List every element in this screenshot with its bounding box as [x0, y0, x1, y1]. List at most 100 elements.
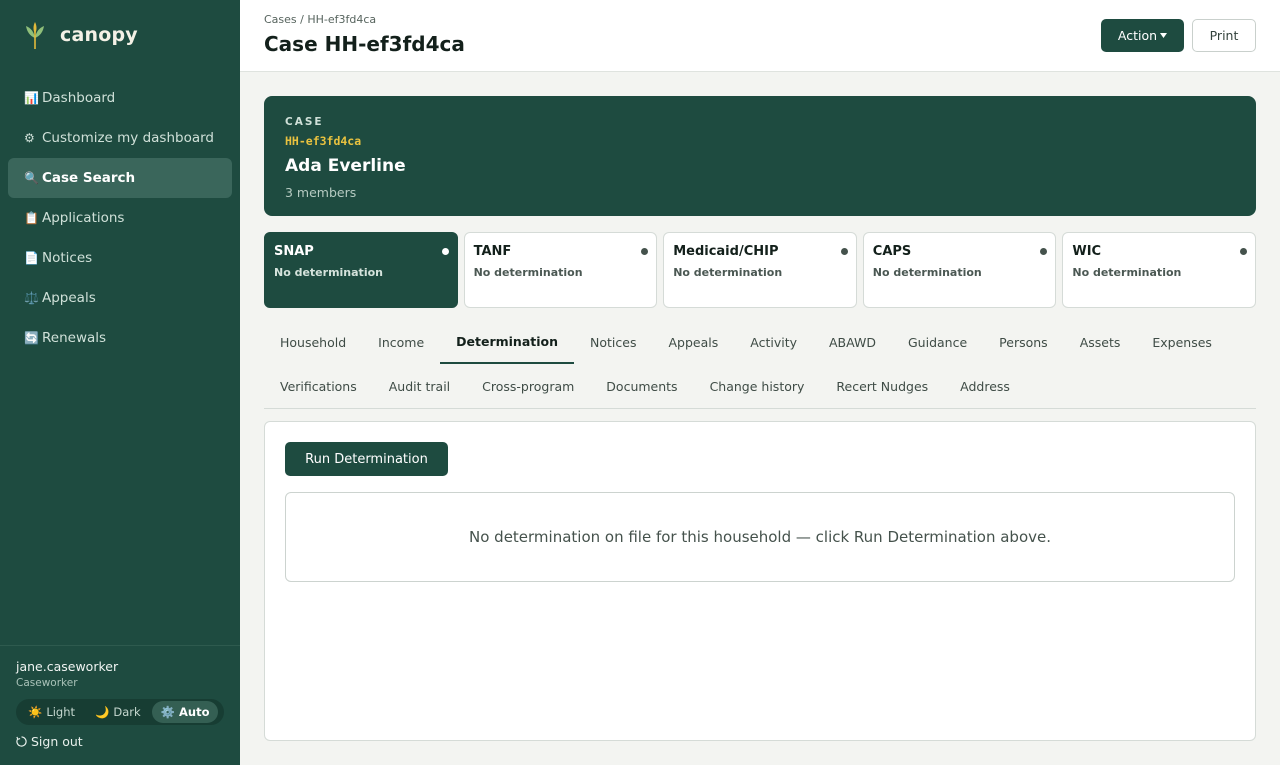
sidebar-item-label: Customize my dashboard: [42, 130, 214, 146]
program-name: Medicaid/CHIP: [673, 244, 779, 259]
tab-notices[interactable]: Notices: [574, 320, 652, 364]
program-name: CAPS: [872, 244, 912, 259]
run-determination-button[interactable]: Run Determination: [285, 442, 448, 476]
tab-recert-nudges[interactable]: Recert Nudges: [820, 364, 944, 408]
tab-row: Household Income Determination Notices A…: [264, 320, 1228, 364]
gear-icon: ⚙: [24, 131, 35, 145]
case-tabs: Household Income Determination Notices A…: [264, 320, 1256, 409]
tab-income[interactable]: Income: [362, 320, 440, 364]
program-status: No determination: [1072, 266, 1182, 279]
sidebar-item-label: Dashboard: [42, 90, 116, 106]
sidebar-item-notices[interactable]: 📄 Notices: [8, 238, 232, 278]
tab-cross-program[interactable]: Cross-program: [466, 364, 590, 408]
sidebar-item-label: Renewals: [42, 330, 107, 346]
moon-icon: 🌙: [95, 705, 110, 719]
tab-activity[interactable]: Activity: [734, 320, 813, 364]
case-summary-card: CASE HH-ef3fd4ca Ada Everline 3 members: [264, 96, 1256, 216]
program-cards: SNAP No determination TANF No determinat…: [264, 232, 1256, 308]
sidebar: canopy 📊 Dashboard ⚙ Customize my dashbo…: [0, 0, 240, 765]
sidebar-item-label: Applications: [42, 210, 125, 226]
sidebar-item-applications[interactable]: 📋 Applications: [8, 198, 232, 238]
case-household-name: Ada Everline: [285, 156, 406, 176]
theme-option-label: Dark: [113, 705, 141, 719]
program-status: No determination: [274, 266, 383, 279]
sidebar-item-label: Notices: [42, 250, 93, 266]
tab-expenses[interactable]: Expenses: [1136, 320, 1228, 364]
wheat-logo-icon: [26, 22, 44, 49]
sidebar-item-appeals[interactable]: ⚖️ Appeals: [8, 278, 232, 318]
program-card-tanf[interactable]: TANF No determination: [463, 232, 658, 308]
theme-option-label: Auto: [178, 705, 210, 719]
action-button-label: Action: [1117, 28, 1158, 43]
program-status: No determination: [872, 266, 982, 279]
tab-abawd[interactable]: ABAWD: [813, 320, 892, 364]
document-icon: 📄: [24, 251, 39, 265]
tab-row: Verifications Audit trail Cross-program …: [264, 364, 1026, 408]
sidebar-item-label: Case Search: [42, 170, 136, 186]
empty-state-message: No determination on file for this househ…: [469, 528, 1051, 546]
sidebar-item-dashboard[interactable]: 📊 Dashboard: [8, 78, 232, 118]
brand-name: canopy: [60, 24, 138, 46]
program-status: No determination: [473, 266, 583, 279]
tab-appeals[interactable]: Appeals: [652, 320, 734, 364]
program-card-snap[interactable]: SNAP No determination: [264, 232, 458, 308]
status-dot-icon: [840, 248, 848, 255]
tab-household[interactable]: Household: [264, 320, 362, 364]
tab-assets[interactable]: Assets: [1064, 320, 1137, 364]
gear-icon: ⚙️: [160, 705, 175, 719]
search-icon: 🔍: [24, 171, 39, 185]
tab-address[interactable]: Address: [944, 364, 1026, 408]
page-header: Cases / HH-ef3fd4ca Case HH-ef3fd4ca Act…: [240, 0, 1280, 72]
tab-guidance[interactable]: Guidance: [892, 320, 983, 364]
program-name: WIC: [1072, 244, 1102, 259]
theme-toggle: ☀️ Light 🌙 Dark ⚙️ Auto: [16, 699, 224, 725]
status-dot-icon: [441, 248, 449, 255]
program-card-medicaid-chip[interactable]: Medicaid/CHIP No determination: [663, 232, 857, 308]
status-dot-icon: [1239, 248, 1247, 255]
case-id: HH-ef3fd4ca: [285, 134, 362, 148]
tab-audit-trail[interactable]: Audit trail: [373, 364, 466, 408]
tab-persons[interactable]: Persons: [983, 320, 1064, 364]
theme-dark-option[interactable]: 🌙 Dark: [86, 701, 150, 723]
sun-icon: ☀️: [28, 705, 43, 719]
tab-verifications[interactable]: Verifications: [264, 364, 373, 408]
breadcrumb[interactable]: Cases / HH-ef3fd4ca: [264, 13, 376, 26]
action-dropdown-button[interactable]: Action: [1101, 19, 1184, 52]
theme-light-option[interactable]: ☀️ Light: [19, 701, 84, 723]
status-dot-icon: [641, 248, 649, 255]
sidebar-item-renewals[interactable]: 🔄 Renewals: [8, 318, 232, 358]
program-card-caps[interactable]: CAPS No determination: [862, 232, 1057, 308]
tab-documents[interactable]: Documents: [590, 364, 693, 408]
program-name: TANF: [473, 244, 512, 259]
clipboard-icon: 📋: [24, 211, 39, 225]
determination-panel: Run Determination No determination on fi…: [264, 421, 1256, 741]
sidebar-item-label: Appeals: [42, 290, 96, 306]
sidebar-nav: 📊 Dashboard ⚙ Customize my dashboard 🔍 C…: [8, 78, 232, 358]
print-button[interactable]: Print: [1192, 19, 1256, 52]
empty-state: No determination on file for this househ…: [285, 492, 1235, 582]
refresh-icon: 🔄: [24, 331, 39, 345]
status-dot-icon: [1040, 248, 1048, 255]
program-status: No determination: [673, 266, 783, 279]
sidebar-item-case-search[interactable]: 🔍 Case Search: [8, 158, 232, 198]
user-role: Caseworker: [16, 677, 78, 689]
sign-out-label: Sign out: [31, 734, 83, 749]
case-label: CASE: [285, 116, 324, 128]
brand[interactable]: canopy: [22, 20, 138, 50]
user-name: jane.caseworker: [16, 659, 119, 674]
tab-determination[interactable]: Determination: [440, 320, 575, 364]
sidebar-item-customize-dashboard[interactable]: ⚙ Customize my dashboard: [8, 118, 232, 158]
theme-auto-option[interactable]: ⚙️ Auto: [151, 701, 219, 723]
scales-icon: ⚖️: [24, 291, 39, 305]
sidebar-footer: jane.caseworker Caseworker ☀️ Light 🌙 Da…: [0, 645, 240, 765]
caret-down-icon: [1160, 33, 1168, 38]
chart-icon: 📊: [24, 91, 39, 105]
sign-out-link[interactable]: Sign out: [16, 734, 83, 749]
program-card-wic[interactable]: WIC No determination: [1062, 232, 1256, 308]
program-name: SNAP: [274, 244, 314, 259]
tab-change-history[interactable]: Change history: [694, 364, 821, 408]
sign-out-icon: [16, 736, 27, 747]
case-member-count: 3 members: [285, 185, 357, 200]
theme-option-label: Light: [46, 705, 76, 719]
page-title: Case HH-ef3fd4ca: [264, 32, 465, 56]
